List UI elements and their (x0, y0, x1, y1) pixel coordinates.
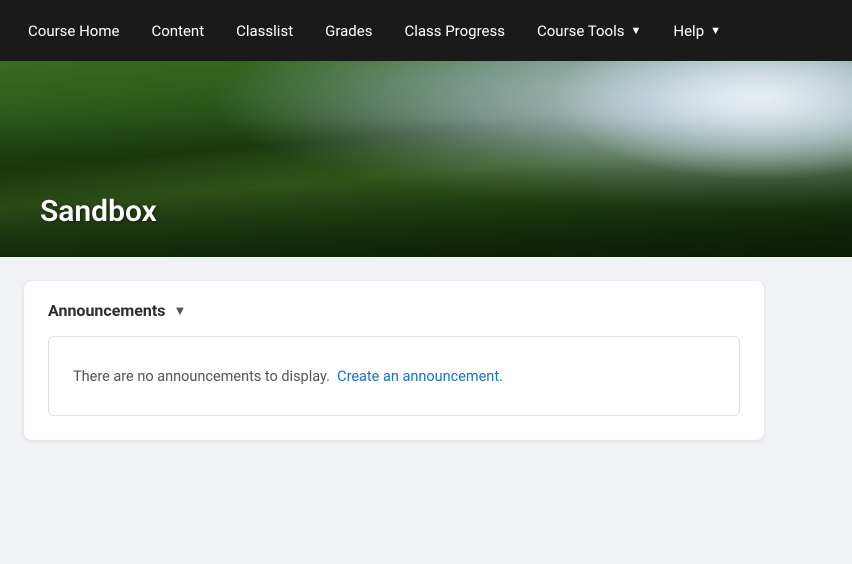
no-announcements-text: There are no announcements to display. C… (73, 368, 503, 385)
create-announcement-link[interactable]: Create an announcement. (337, 368, 503, 385)
announcements-toggle-icon[interactable]: ▼ (173, 303, 186, 319)
nav-item-course-tools[interactable]: Course Tools ▼ (521, 0, 657, 61)
no-announcements-message: There are no announcements to display. (73, 368, 330, 385)
help-label: Help (673, 22, 704, 40)
course-title: Sandbox (40, 194, 157, 229)
nav-item-classlist[interactable]: Classlist (220, 0, 309, 61)
help-chevron-icon: ▼ (710, 24, 721, 37)
course-tools-chevron-icon: ▼ (631, 24, 642, 37)
announcements-header: Announcements ▼ (48, 301, 740, 320)
nav-item-content[interactable]: Content (135, 0, 220, 61)
hero-banner: Sandbox (0, 61, 852, 257)
nav-item-help[interactable]: Help ▼ (657, 0, 737, 61)
announcements-box: There are no announcements to display. C… (48, 336, 740, 416)
announcements-title: Announcements (48, 301, 165, 320)
nav-item-course-home[interactable]: Course Home (12, 0, 135, 61)
top-navigation: Course Home Content Classlist Grades Cla… (0, 0, 852, 61)
announcements-card: Announcements ▼ There are no announcemen… (24, 281, 764, 440)
nav-item-class-progress[interactable]: Class Progress (388, 0, 521, 61)
main-content: Announcements ▼ There are no announcemen… (0, 257, 852, 564)
course-tools-label: Course Tools (537, 22, 625, 40)
nav-item-grades[interactable]: Grades (309, 0, 388, 61)
